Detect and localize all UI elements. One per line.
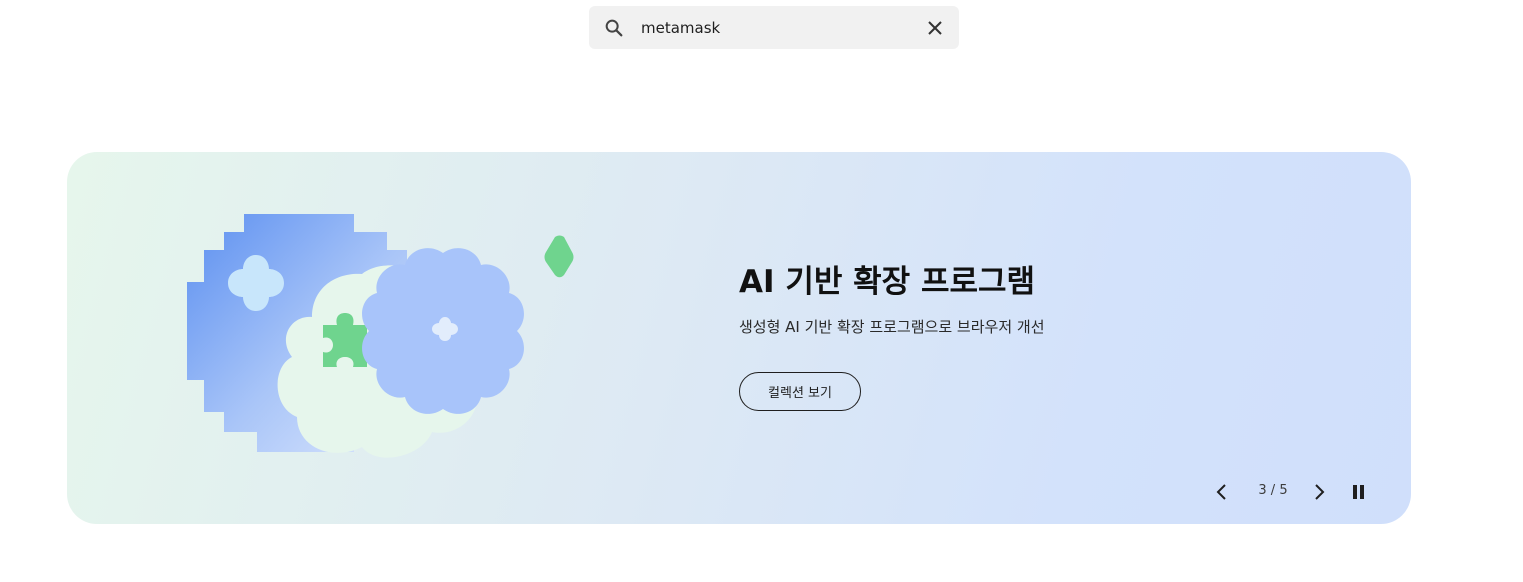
search-icon[interactable]: [603, 17, 625, 39]
carousel-controls: 3 / 5: [1207, 477, 1377, 507]
banner-subtitle: 생성형 AI 기반 확장 프로그램으로 브라우저 개선: [739, 318, 1045, 336]
featured-banner: AI 기반 확장 프로그램 생성형 AI 기반 확장 프로그램으로 브라우저 개…: [67, 152, 1411, 524]
search-input[interactable]: [641, 6, 911, 49]
banner-illustration: [187, 214, 574, 458]
chevron-left-icon: [1216, 484, 1226, 500]
view-collection-button[interactable]: 컬렉션 보기: [739, 372, 861, 411]
carousel-pause-button[interactable]: [1344, 477, 1374, 507]
carousel-prev-button[interactable]: [1207, 477, 1237, 507]
carousel-page-indicator: 3 / 5: [1258, 483, 1288, 498]
pause-icon: [1353, 485, 1364, 499]
diamond-icon: [544, 235, 574, 278]
close-icon[interactable]: [925, 18, 945, 38]
banner-title: AI 기반 확장 프로그램: [739, 264, 1036, 300]
chevron-right-icon: [1315, 484, 1325, 500]
search-bar[interactable]: [589, 6, 959, 49]
carousel-next-button[interactable]: [1304, 477, 1334, 507]
